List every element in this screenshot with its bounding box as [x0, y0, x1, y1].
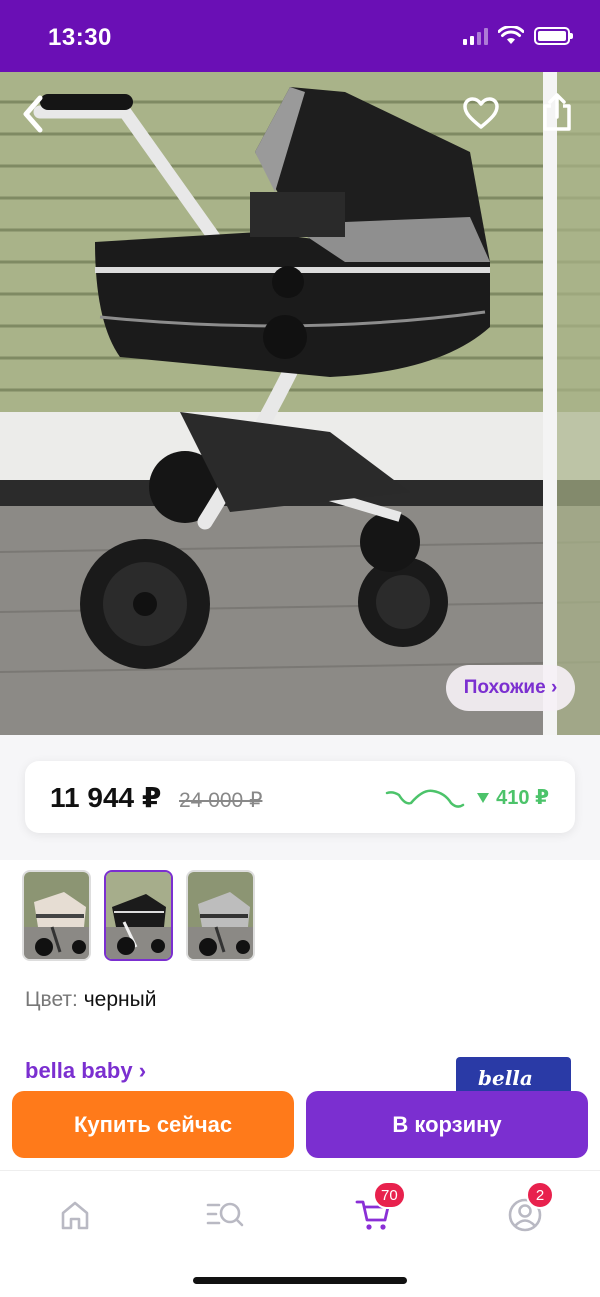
color-selection: Цвет: черный	[25, 988, 156, 1012]
profile-badge: 2	[526, 1181, 554, 1209]
price-drop: 410 ₽	[476, 785, 549, 810]
status-bar: 13:30	[0, 0, 600, 72]
add-to-cart-button[interactable]: В корзину	[306, 1091, 588, 1158]
back-button[interactable]	[20, 94, 64, 142]
color-value: черный	[83, 988, 157, 1011]
old-price: 24 000 ₽	[179, 789, 263, 812]
heart-icon	[463, 97, 499, 129]
share-icon	[543, 93, 571, 131]
thumbnail-grey[interactable]	[186, 870, 255, 961]
tab-catalog[interactable]	[195, 1193, 255, 1237]
home-indicator	[193, 1277, 407, 1284]
color-label: Цвет:	[25, 988, 78, 1011]
product-image[interactable]: Похожие ›	[0, 72, 600, 735]
tab-cart[interactable]: 70	[343, 1181, 406, 1237]
favorite-button[interactable]	[462, 96, 508, 140]
buy-now-button[interactable]: Купить сейчас	[12, 1091, 294, 1158]
catalog-search-icon	[206, 1202, 244, 1227]
tab-profile[interactable]: 2	[495, 1181, 555, 1237]
price-trend-sparkline	[385, 789, 465, 808]
current-price: 11 944 ₽	[50, 782, 162, 813]
price-card[interactable]: 11 944 ₽ 24 000 ₽ 410 ₽	[25, 761, 575, 833]
brand-link[interactable]: bella baby ›	[25, 1058, 146, 1084]
cart-badge: 70	[373, 1181, 406, 1209]
signal-icon	[463, 27, 488, 45]
similar-products-button[interactable]: Похожие ›	[446, 665, 575, 711]
battery-icon	[534, 27, 573, 45]
tab-home[interactable]	[45, 1193, 105, 1237]
wifi-icon	[498, 26, 524, 44]
home-icon	[61, 1201, 89, 1230]
share-button[interactable]	[540, 92, 586, 142]
thumbnail-beige[interactable]	[22, 870, 91, 961]
triangle-down-icon	[477, 792, 490, 803]
thumbnail-black[interactable]	[104, 870, 173, 961]
status-time: 13:30	[48, 24, 112, 51]
stroller-photo	[0, 72, 600, 735]
color-thumbnails	[22, 870, 255, 961]
price-drop-amount: 410 ₽	[496, 787, 549, 809]
status-icons	[463, 26, 573, 46]
brand-logo-text: bella	[478, 1066, 533, 1090]
chevron-left-icon	[23, 95, 43, 133]
